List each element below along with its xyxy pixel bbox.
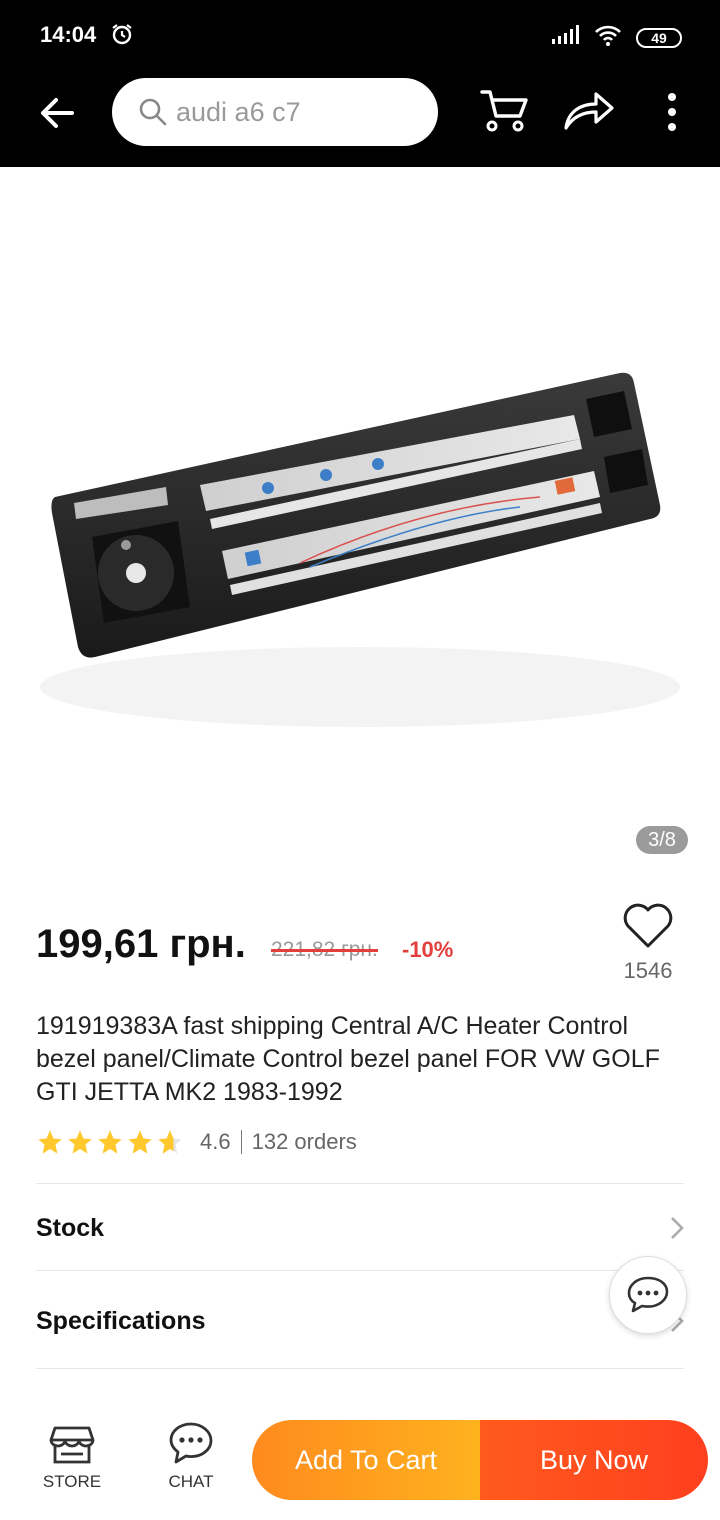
add-to-cart-button[interactable]: Add To Cart — [252, 1420, 480, 1500]
chat-bubble-icon — [627, 1276, 669, 1313]
half-star-icon — [158, 1130, 182, 1154]
more-options-button[interactable] — [660, 92, 684, 132]
store-label: STORE — [42, 1472, 102, 1491]
signal-icon — [550, 25, 580, 50]
product-title: 191919383A fast shipping Central A/C Hea… — [36, 1012, 660, 1106]
alarm-icon — [110, 22, 134, 51]
rating-row[interactable]: 4.6 132 orders — [36, 1128, 357, 1156]
rating-stars — [36, 1128, 184, 1156]
store-icon — [49, 1426, 95, 1464]
divider — [36, 1183, 684, 1184]
image-counter: 3/8 — [636, 826, 688, 854]
cart-button[interactable] — [480, 86, 530, 134]
star-icon — [128, 1130, 152, 1154]
chat-label: CHAT — [168, 1472, 214, 1491]
stock-row[interactable]: Stock — [36, 1198, 684, 1258]
rating-value: 4.6 — [200, 1129, 231, 1154]
wifi-icon — [594, 24, 622, 51]
discount-badge: -10% — [402, 937, 454, 962]
product-price: 199,61 грн. — [36, 922, 246, 966]
star-icon — [38, 1130, 62, 1154]
floating-chat-button[interactable] — [609, 1256, 687, 1334]
rating-divider — [240, 1130, 242, 1154]
chevron-right-icon — [671, 1217, 684, 1239]
product-image-gallery[interactable] — [0, 167, 720, 887]
app-bar: audi a6 c7 — [0, 68, 720, 167]
wishlist-heart-icon[interactable] — [622, 902, 674, 950]
search-icon — [139, 98, 167, 126]
search-input[interactable]: audi a6 c7 — [112, 78, 438, 146]
battery-icon: 49 — [636, 27, 682, 48]
share-button[interactable] — [562, 90, 614, 130]
orders-count: 132 orders — [251, 1129, 357, 1154]
bottom-action-bar: STORE CHAT Add To Cart Buy Now — [0, 1400, 720, 1520]
search-query: audi a6 c7 — [176, 96, 301, 127]
chat-button[interactable]: CHAT — [146, 1420, 236, 1492]
status-icons: 49 — [550, 24, 682, 51]
buy-now-button[interactable]: Buy Now — [480, 1420, 708, 1500]
specifications-row[interactable]: Specifications — [36, 1291, 684, 1351]
star-icon — [98, 1130, 122, 1154]
specifications-label: Specifications — [36, 1306, 206, 1335]
store-button[interactable]: STORE — [27, 1420, 117, 1492]
product-image — [40, 372, 680, 727]
original-price: 221,82 грн. — [271, 938, 378, 961]
divider — [36, 1368, 684, 1369]
back-button[interactable] — [36, 92, 78, 134]
wishlist-count: 1546 — [623, 958, 673, 983]
status-bar: 14:04 49 — [0, 0, 720, 68]
status-time: 14:04 — [40, 22, 97, 47]
star-icon — [68, 1130, 92, 1154]
chat-icon — [169, 1422, 213, 1464]
stock-label: Stock — [36, 1213, 105, 1242]
divider — [36, 1270, 684, 1271]
